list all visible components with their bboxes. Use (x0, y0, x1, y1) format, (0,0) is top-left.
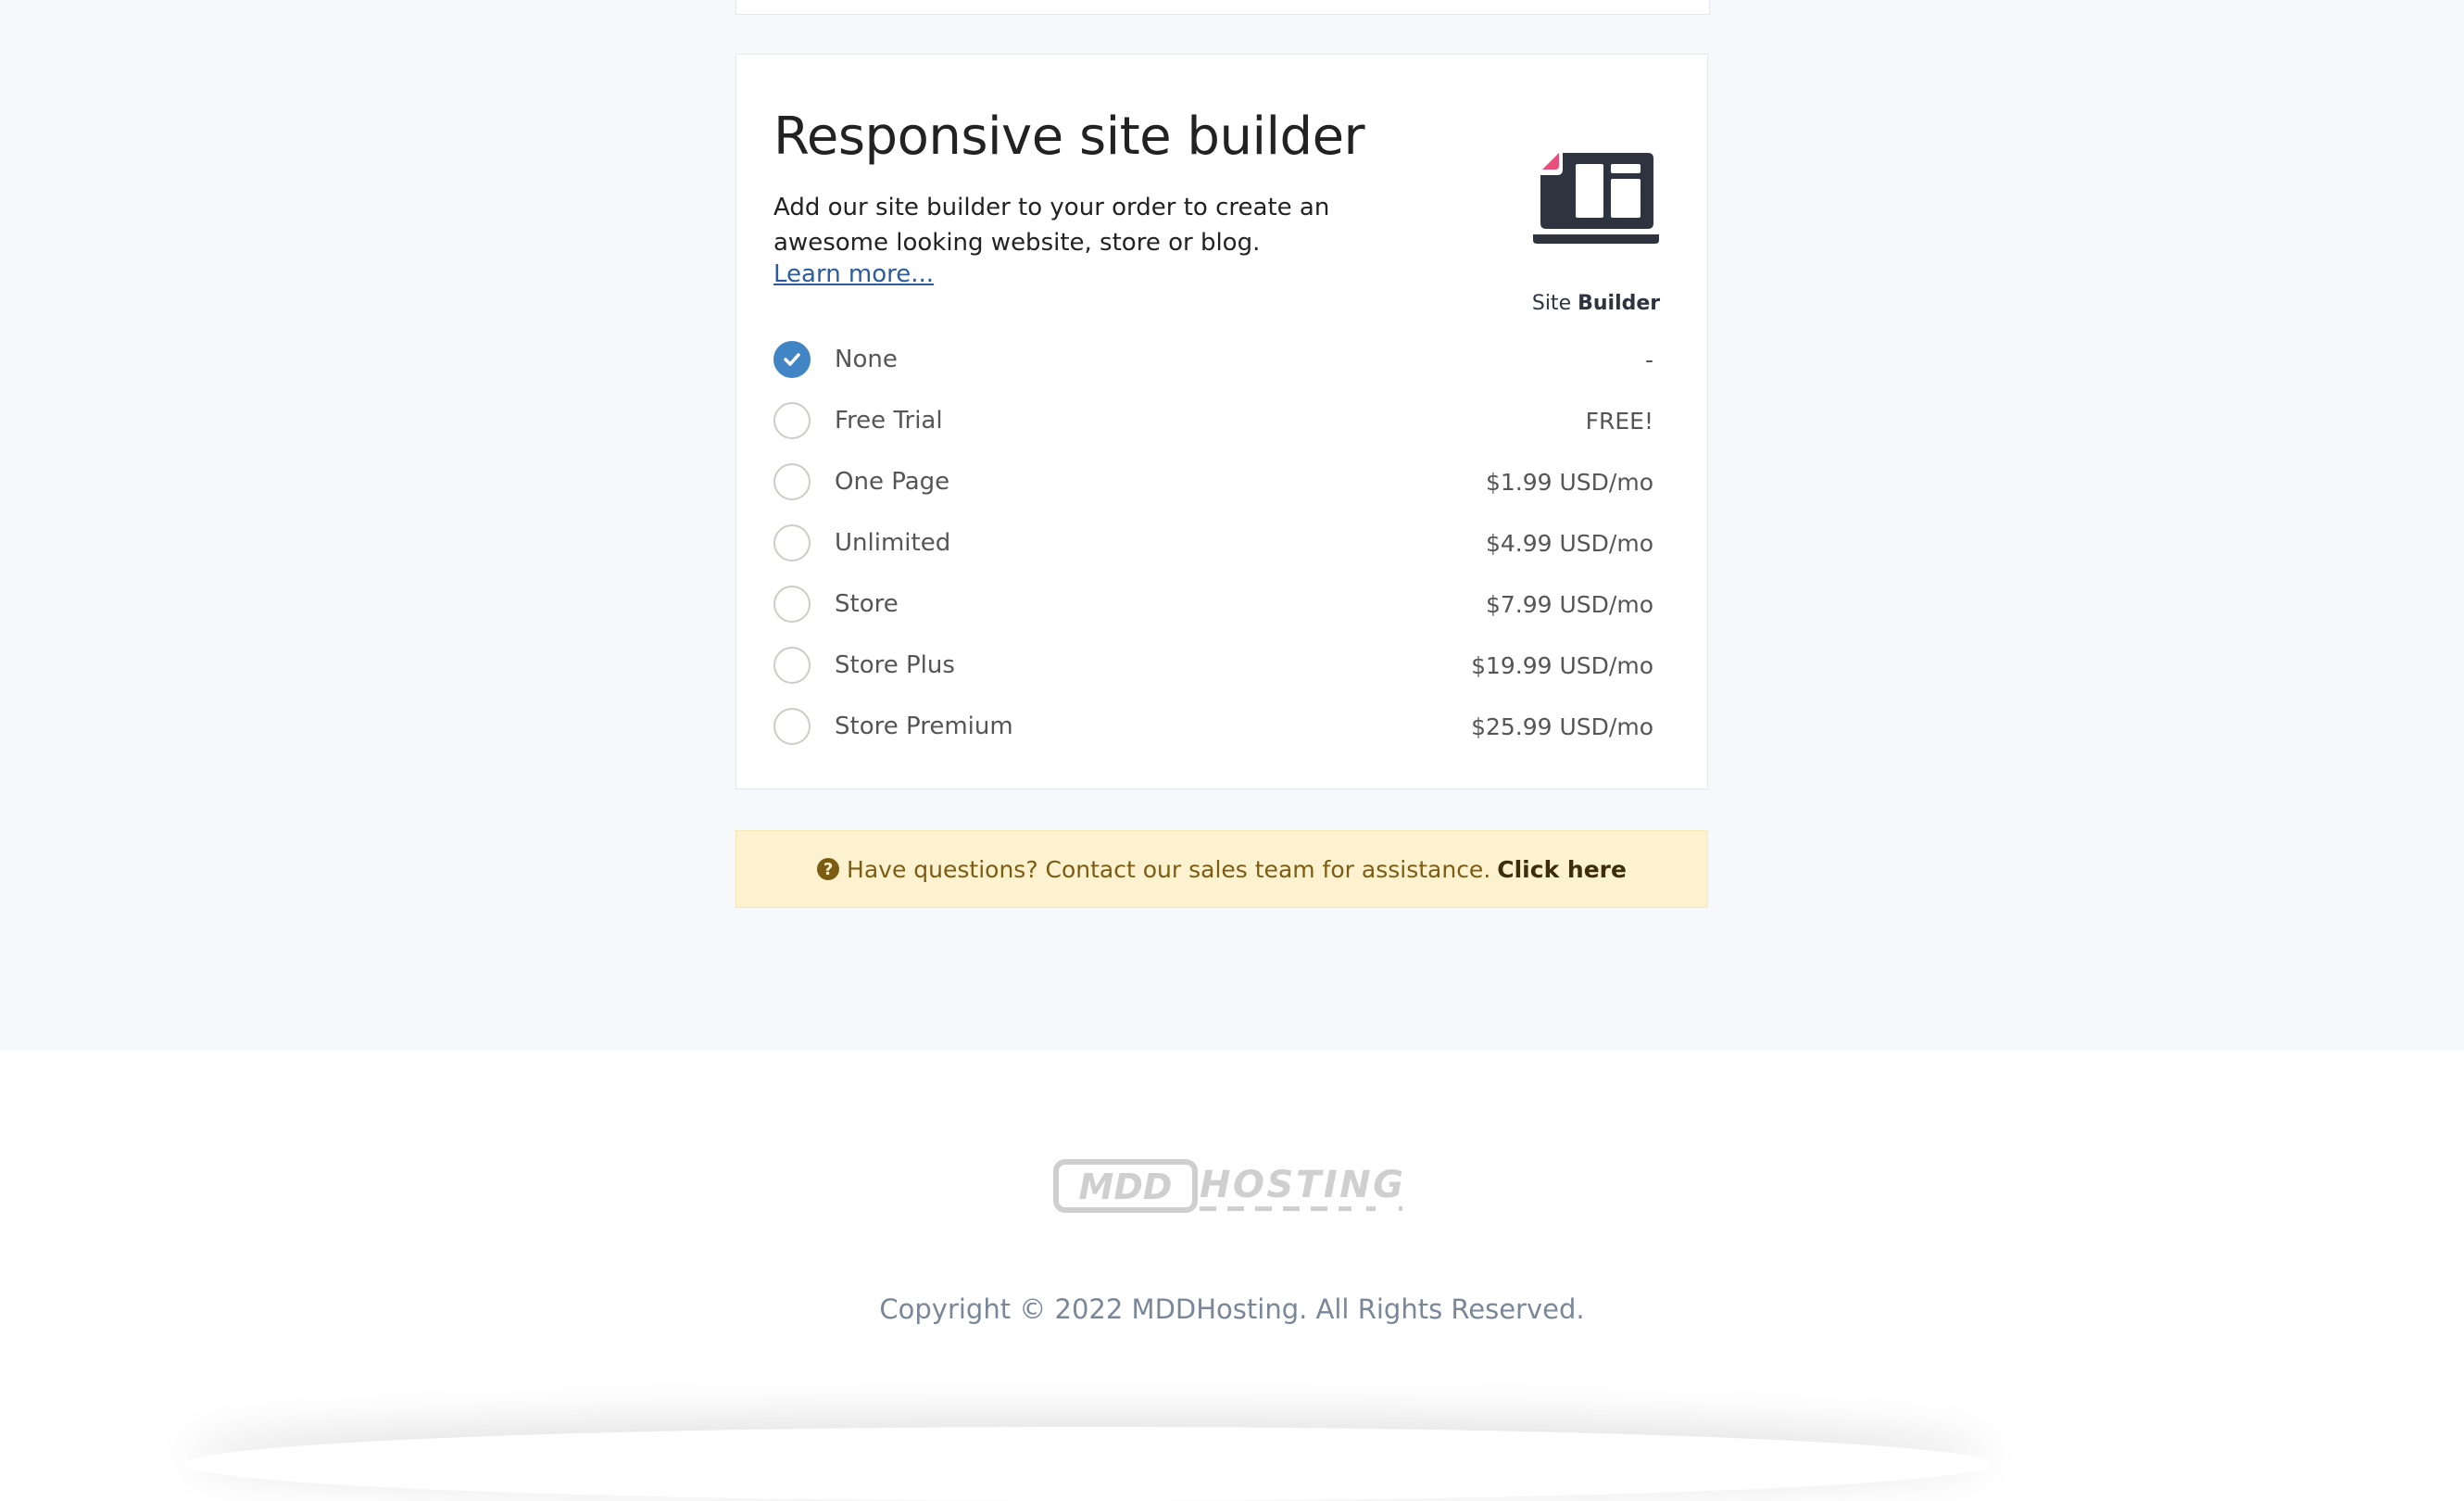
option-one-page[interactable]: One Page $1.99 USD/mo (773, 451, 1653, 512)
copyright: Copyright © 2022 MDDHosting. All Rights … (879, 1293, 1585, 1325)
option-label: Store Premium (835, 713, 1013, 740)
option-price: - (1644, 346, 1653, 373)
option-store-premium[interactable]: Store Premium $25.99 USD/mo (773, 696, 1653, 757)
learn-more-link[interactable]: Learn more... (773, 260, 934, 288)
svg-text:MDD: MDD (1079, 1167, 1173, 1207)
svg-text:HOSTING: HOSTING (1200, 1164, 1403, 1206)
option-price: FREE! (1585, 407, 1653, 435)
site-builder-laptop-icon (1533, 153, 1659, 244)
logo-caption-bold: Builder (1578, 292, 1661, 315)
sales-alert: ? Have questions? Contact our sales team… (735, 830, 1708, 908)
option-price: $25.99 USD/mo (1471, 713, 1653, 740)
radio-unchecked-icon[interactable] (773, 463, 811, 500)
option-free-trial[interactable]: Free Trial FREE! (773, 390, 1653, 451)
site-builder-options: None - Free Trial FREE! One Page $1.99 USD/mo… (773, 329, 1653, 757)
bottom-shadow (185, 1427, 1992, 1501)
mddhosting-logo-graphic: MDD HOSTING (1053, 1159, 1403, 1213)
logo-caption: Site Builder (1531, 292, 1661, 315)
radio-unchecked-icon[interactable] (773, 708, 811, 745)
option-price: $1.99 USD/mo (1485, 468, 1653, 496)
option-label: Unlimited (835, 529, 951, 557)
mddhosting-logo: MDD HOSTING (1051, 1158, 1417, 1223)
click-here-link[interactable]: Click here (1497, 856, 1627, 883)
checkmark-icon (784, 353, 800, 366)
previous-card (735, 0, 1710, 15)
radio-unchecked-icon[interactable] (773, 647, 811, 684)
option-price: $19.99 USD/mo (1471, 651, 1653, 679)
site-builder-logo: Site Builder (1531, 144, 1670, 315)
radio-checked-icon[interactable] (773, 341, 811, 378)
option-label: One Page (835, 468, 950, 496)
question-circle-icon: ? (817, 858, 840, 880)
section-description: Add our site builder to your order to cr… (773, 194, 1330, 257)
site-builder-card: Responsive site builder Add our site bui… (735, 54, 1708, 789)
option-label: Store (835, 590, 899, 618)
radio-unchecked-icon[interactable] (773, 402, 811, 439)
option-label: None (835, 346, 898, 373)
option-none[interactable]: None - (773, 329, 1653, 390)
option-unlimited[interactable]: Unlimited $4.99 USD/mo (773, 512, 1653, 574)
logo-caption-light: Site (1531, 292, 1572, 315)
option-price: $4.99 USD/mo (1485, 529, 1653, 557)
radio-unchecked-icon[interactable] (773, 524, 811, 561)
option-label: Free Trial (835, 407, 943, 435)
section-title: Responsive site builder (773, 107, 1365, 167)
option-label: Store Plus (835, 651, 955, 679)
option-price: $7.99 USD/mo (1485, 590, 1653, 618)
option-store[interactable]: Store $7.99 USD/mo (773, 574, 1653, 635)
option-store-plus[interactable]: Store Plus $19.99 USD/mo (773, 635, 1653, 696)
radio-unchecked-icon[interactable] (773, 586, 811, 623)
alert-text: Have questions? Contact our sales team f… (847, 855, 1491, 883)
